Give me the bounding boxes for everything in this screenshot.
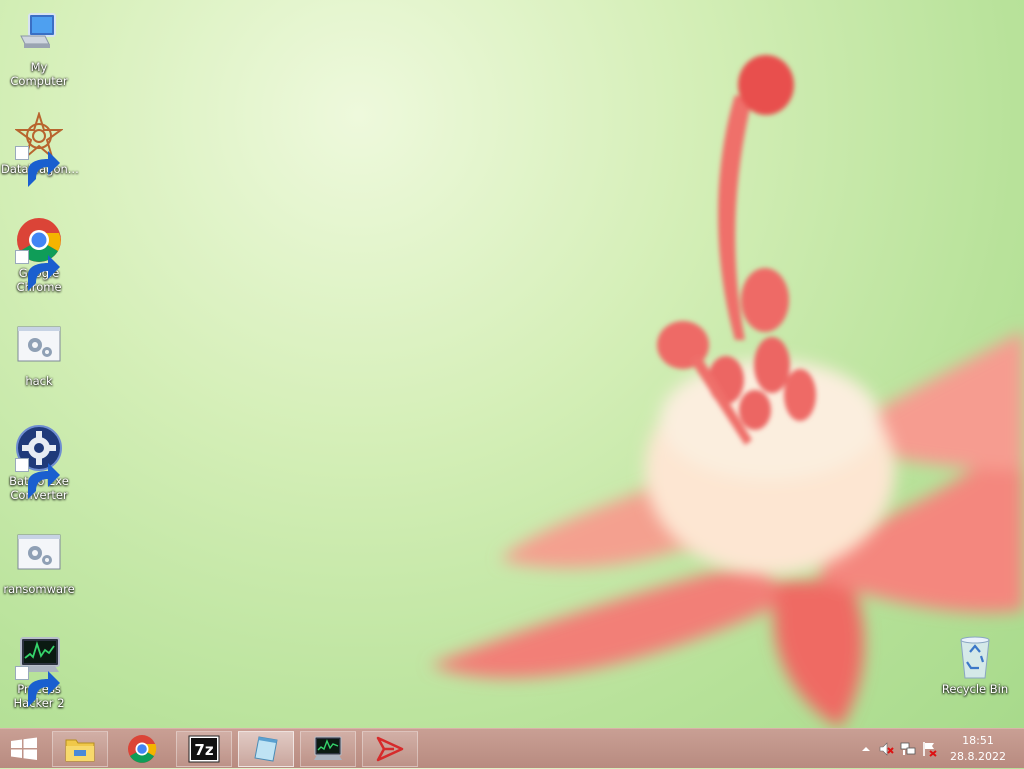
- taskbar-7zip[interactable]: 7z: [176, 731, 232, 767]
- process-hacker-icon: [314, 736, 342, 760]
- red-arrow-icon: [376, 736, 404, 762]
- clock-date: 28.8.2022: [950, 750, 1006, 763]
- start-button[interactable]: [8, 737, 40, 761]
- show-hidden-icons-arrow[interactable]: [858, 741, 874, 757]
- desktop-icon-hack[interactable]: hack: [1, 324, 77, 388]
- batch-file-icon: [15, 324, 63, 372]
- system-tray: 18:51 28.8.2022: [854, 729, 1024, 769]
- desktop-icon-process-hacker-2[interactable]: Process Hacker 2: [1, 632, 77, 710]
- desktop-icon-datawagon[interactable]: DataWagon...: [1, 112, 79, 187]
- taskbar-file-explorer[interactable]: [52, 731, 108, 767]
- taskbar-notepad[interactable]: [238, 731, 294, 767]
- shortcut-arrow-icon: [15, 146, 60, 187]
- shortcut-arrow-icon: [15, 458, 60, 499]
- datawagon-icon: [15, 112, 63, 187]
- windows-logo-icon: [11, 737, 37, 760]
- recycle-bin-icon: [951, 632, 999, 680]
- network-icon[interactable]: [900, 741, 916, 757]
- process-hacker-icon: [15, 632, 63, 707]
- desktop-icon-label: ransomware: [3, 582, 75, 596]
- batch-file-icon: [15, 532, 63, 580]
- 7zip-icon: 7z: [188, 735, 220, 763]
- wallpaper-flower: [430, 55, 1024, 728]
- chrome-icon: [128, 735, 157, 763]
- shortcut-arrow-icon: [15, 250, 60, 291]
- action-center-flag-icon[interactable]: [922, 741, 938, 757]
- taskbar-red-arrow-app[interactable]: [362, 731, 418, 767]
- desktop-icon-recycle-bin[interactable]: Recycle Bin: [937, 632, 1013, 696]
- computer-icon: [15, 10, 63, 58]
- desktop-icon-google-chrome[interactable]: Google Chrome: [1, 216, 77, 294]
- desktop-icon-label: hack: [25, 374, 53, 388]
- folder-icon: [65, 739, 95, 762]
- chrome-icon: [15, 216, 63, 291]
- shortcut-arrow-icon: [15, 666, 60, 707]
- desktop-icon-my-computer[interactable]: My Computer: [1, 10, 77, 88]
- taskbar-process-hacker[interactable]: [300, 731, 356, 767]
- notepad-icon: [254, 736, 278, 762]
- desktop-icon-label: Recycle Bin: [941, 682, 1009, 696]
- svg-text:7z: 7z: [194, 741, 213, 759]
- taskbar: 7z 18:51 28.8.2022: [0, 728, 1024, 768]
- gear-app-icon: [15, 424, 63, 499]
- taskbar-clock[interactable]: 18:51 28.8.2022: [948, 733, 1008, 765]
- clock-time: 18:51: [962, 734, 994, 747]
- taskbar-google-chrome[interactable]: [114, 731, 170, 767]
- desktop-icon-bat-to-exe-converter[interactable]: Bat To Exe Converter: [1, 424, 77, 502]
- desktop-icon-label: My Computer: [10, 60, 68, 88]
- volume-muted-icon[interactable]: [878, 741, 894, 757]
- desktop-icon-ransomware[interactable]: ransomware: [1, 532, 77, 596]
- desktop[interactable]: My Computer DataWagon...: [0, 0, 1024, 728]
